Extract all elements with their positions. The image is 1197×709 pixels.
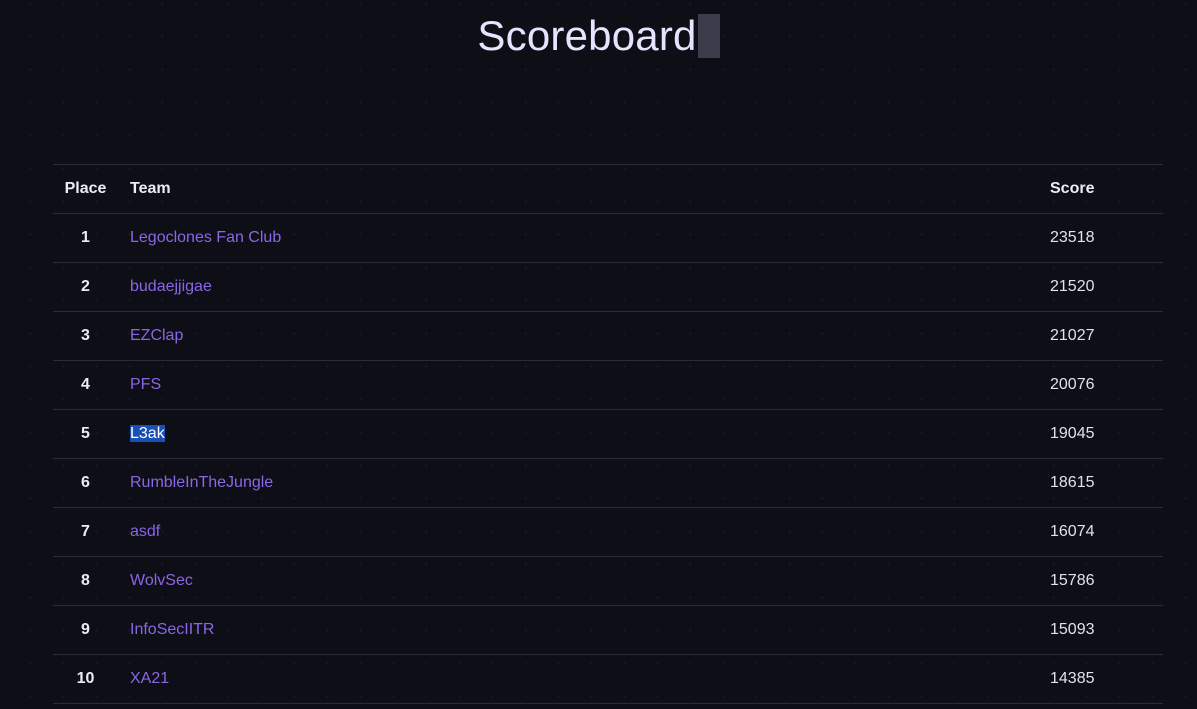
column-header-team[interactable]: Team	[118, 164, 1038, 214]
team-link[interactable]: PFS	[130, 376, 161, 393]
team-link[interactable]: InfoSecIITR	[130, 621, 214, 638]
table-row: 5 L3ak 19045	[53, 409, 1163, 459]
table-row: 4 PFS 20076	[53, 360, 1163, 410]
score-cell: 23518	[1038, 213, 1163, 263]
team-link-selected[interactable]: L3ak	[130, 425, 165, 442]
score-cell: 21027	[1038, 311, 1163, 361]
place-cell: 6	[53, 458, 118, 508]
text-cursor	[697, 14, 720, 58]
table-row: 1 Legoclones Fan Club 23518	[53, 213, 1163, 263]
page-title: Scoreboard	[477, 12, 697, 59]
team-link[interactable]: budaejjigae	[130, 278, 212, 295]
place-cell: 4	[53, 360, 118, 410]
score-cell: 18615	[1038, 458, 1163, 508]
table-row: 7 asdf 16074	[53, 507, 1163, 557]
table-header-row: Place Team Score	[53, 164, 1163, 214]
column-header-score[interactable]: Score	[1038, 164, 1163, 214]
team-link[interactable]: asdf	[130, 523, 160, 540]
score-cell: 21520	[1038, 262, 1163, 312]
team-link[interactable]: Legoclones Fan Club	[130, 229, 281, 246]
place-cell: 3	[53, 311, 118, 361]
place-cell: 5	[53, 409, 118, 459]
table-row: 3 EZClap 21027	[53, 311, 1163, 361]
table-row: 2 budaejjigae 21520	[53, 262, 1163, 312]
place-cell: 2	[53, 262, 118, 312]
table-row: 6 RumbleInTheJungle 18615	[53, 458, 1163, 508]
score-cell: 15093	[1038, 605, 1163, 655]
table-row: 10 XA21 14385	[53, 654, 1163, 704]
place-cell: 7	[53, 507, 118, 557]
place-cell: 1	[53, 213, 118, 263]
team-link[interactable]: XA21	[130, 670, 169, 687]
table-row: 8 WolvSec 15786	[53, 556, 1163, 606]
score-cell: 16074	[1038, 507, 1163, 557]
team-link[interactable]: RumbleInTheJungle	[130, 474, 273, 491]
place-cell: 10	[53, 654, 118, 704]
place-cell: 8	[53, 556, 118, 606]
team-link[interactable]: WolvSec	[130, 572, 193, 589]
score-cell: 19045	[1038, 409, 1163, 459]
place-cell: 9	[53, 605, 118, 655]
table-row: 9 InfoSecIITR 15093	[53, 605, 1163, 655]
score-cell: 14385	[1038, 654, 1163, 704]
team-link[interactable]: EZClap	[130, 327, 183, 344]
column-header-place[interactable]: Place	[53, 164, 118, 214]
score-cell: 15786	[1038, 556, 1163, 606]
score-cell: 20076	[1038, 360, 1163, 410]
title-bar: Scoreboard	[0, 12, 1197, 60]
scoreboard-table: Place Team Score 1 Legoclones Fan Club 2…	[53, 164, 1163, 704]
